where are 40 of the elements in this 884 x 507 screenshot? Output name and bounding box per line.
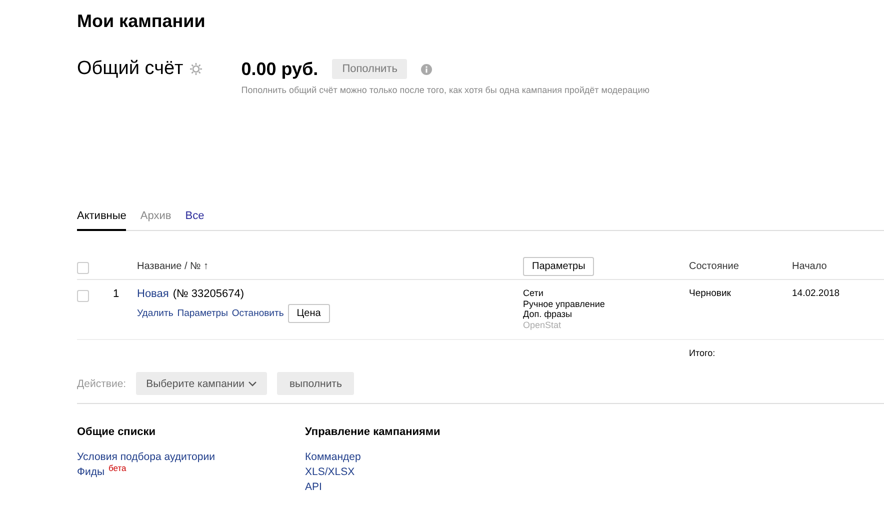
list-link[interactable]: API (305, 480, 322, 495)
tab[interactable]: Активные (77, 210, 126, 231)
name-column-header[interactable]: Название / № ↑ (137, 261, 523, 272)
action-label: Действие: (77, 378, 126, 390)
campaign-id: (№ 33205674) (172, 288, 244, 300)
campaign-start-date: 14.02.2018 (792, 288, 841, 301)
total-label: Итого: (689, 348, 716, 358)
price-button[interactable]: Цена (288, 304, 330, 323)
campaign-state: Черновик (689, 288, 732, 301)
campaign-parameter: OpenStat (523, 320, 562, 330)
campaign-parameter: Доп. фразы (523, 309, 573, 320)
row-number: 1 (113, 288, 120, 302)
campaign-parameter: Сети (523, 288, 544, 298)
campaign-link[interactable]: Новая (137, 288, 169, 300)
list-title: Общие списки (77, 426, 156, 438)
account-balance: 0.00 руб. (241, 58, 318, 81)
tab[interactable]: Все (185, 210, 204, 231)
list-link[interactable]: Фиды (77, 465, 105, 480)
campaign-parameter: Ручное управление (523, 298, 606, 309)
list-link[interactable]: XLS/XLSX (305, 465, 355, 480)
account-label: Общий счёт (77, 57, 184, 81)
select-all-checkbox[interactable] (77, 262, 89, 274)
state-column-header: Состояние (689, 261, 740, 272)
beta-label: бета (108, 462, 126, 475)
row-action-link[interactable]: Остановить (232, 308, 284, 319)
page-title: Мои кампании (77, 10, 206, 32)
row-action-link[interactable]: Удалить (137, 308, 174, 319)
start-column-header: Начало (792, 261, 828, 272)
account-hint: Пополнить общий счёт можно только после того, как хотя бы одна кампания пройдёт модерацию (241, 85, 650, 95)
run-button[interactable]: выполнить (277, 372, 354, 395)
row-checkbox[interactable] (77, 290, 89, 302)
list-link[interactable]: Условия подбора аудитории (77, 450, 215, 465)
gear-icon[interactable] (189, 62, 204, 76)
row-action-link[interactable]: Параметры (177, 308, 228, 319)
list-link[interactable]: Коммандер (305, 450, 361, 465)
chevron-down-icon (248, 380, 258, 386)
parameters-button[interactable]: Параметры (523, 257, 594, 276)
info-icon[interactable] (421, 64, 432, 74)
list-title: Управление кампаниями (305, 426, 442, 438)
campaign-action-select[interactable]: Выберите кампании (136, 372, 268, 395)
